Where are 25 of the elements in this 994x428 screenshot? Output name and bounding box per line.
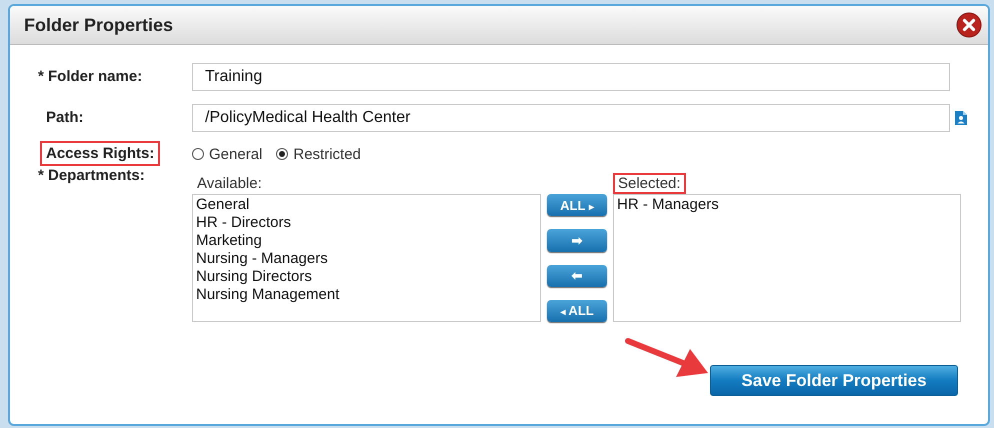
field-label: * Departments: xyxy=(37,166,146,186)
dialog-title: Folder Properties xyxy=(24,14,174,36)
list-item[interactable]: General xyxy=(196,196,537,214)
move-all-button[interactable]: ◂ ALL xyxy=(547,300,607,322)
list-item[interactable]: Nursing Directors xyxy=(196,268,537,286)
list-item[interactable]: HR - Directors xyxy=(196,214,537,232)
list-item[interactable]: Marketing xyxy=(196,232,537,250)
move-all-button[interactable]: ALL ▸ xyxy=(547,194,607,216)
list-caption: Selected: xyxy=(613,173,686,194)
save-button[interactable]: Save Folder Properties xyxy=(710,365,958,396)
radio-option[interactable]: General xyxy=(192,146,262,162)
radio-option[interactable]: Restricted xyxy=(276,146,361,162)
field-label: Access Rights: xyxy=(40,141,160,166)
close-icon[interactable] xyxy=(956,12,982,38)
document-icon[interactable] xyxy=(954,110,968,126)
path-field[interactable]: /PolicyMedical Health Center xyxy=(192,104,950,132)
list-item[interactable]: Nursing Management xyxy=(196,286,537,304)
move-button[interactable]: ⬅ xyxy=(547,264,607,287)
field-label: Path: xyxy=(45,108,84,128)
list-caption: Available: xyxy=(196,174,263,194)
list-item[interactable]: HR - Managers xyxy=(617,196,957,214)
folder-name-field[interactable]: Training xyxy=(192,63,950,91)
move-button[interactable]: ➡ xyxy=(547,229,607,252)
list-item[interactable]: Nursing - Managers xyxy=(196,250,537,268)
field-label: * Folder name: xyxy=(37,67,144,87)
